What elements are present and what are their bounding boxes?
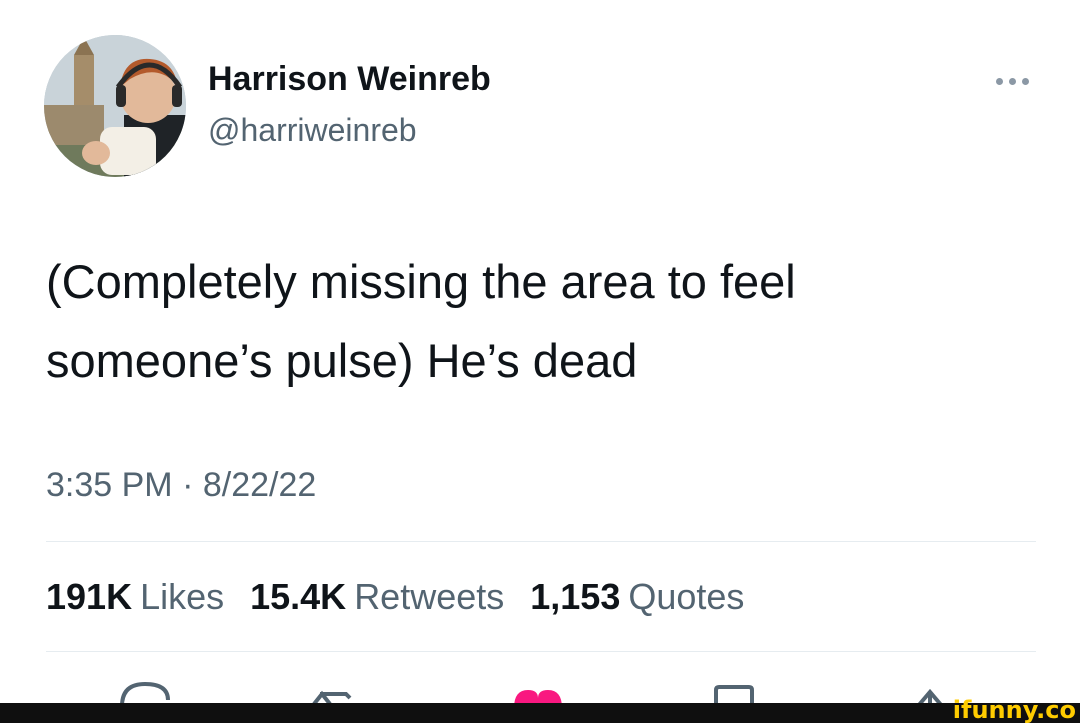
retweets-stat[interactable]: 15.4K Retweets bbox=[250, 576, 504, 618]
tweet-text: (Completely missing the area to feel som… bbox=[46, 242, 1046, 400]
quotes-stat[interactable]: 1,153 Quotes bbox=[530, 576, 744, 618]
author-name[interactable]: Harrison Weinreb bbox=[208, 60, 491, 99]
tweet-stats: 191K Likes 15.4K Retweets 1,153 Quotes bbox=[46, 576, 744, 618]
tweet-text-line-2: someone’s pulse) He’s dead bbox=[46, 334, 638, 387]
avatar[interactable] bbox=[44, 35, 186, 177]
likes-stat[interactable]: 191K Likes bbox=[46, 576, 224, 618]
likes-label: Likes bbox=[140, 576, 225, 617]
tweet-text-line-1: (Completely missing the area to feel bbox=[46, 255, 796, 308]
quotes-count: 1,153 bbox=[530, 576, 621, 617]
retweets-label: Retweets bbox=[354, 576, 505, 617]
likes-count: 191K bbox=[46, 576, 133, 617]
author-handle[interactable]: @harriweinreb bbox=[208, 112, 417, 149]
more-options-icon[interactable] bbox=[988, 66, 1036, 96]
tweet-timestamp[interactable]: 3:35 PM · 8/22/22 bbox=[46, 466, 316, 505]
retweets-count: 15.4K bbox=[250, 576, 347, 617]
divider bbox=[46, 541, 1036, 542]
watermark-bar bbox=[0, 703, 1080, 723]
divider bbox=[46, 651, 1036, 652]
quotes-label: Quotes bbox=[628, 576, 745, 617]
ifunny-watermark: ifunny.co bbox=[952, 696, 1076, 724]
avatar-photo bbox=[44, 35, 186, 177]
